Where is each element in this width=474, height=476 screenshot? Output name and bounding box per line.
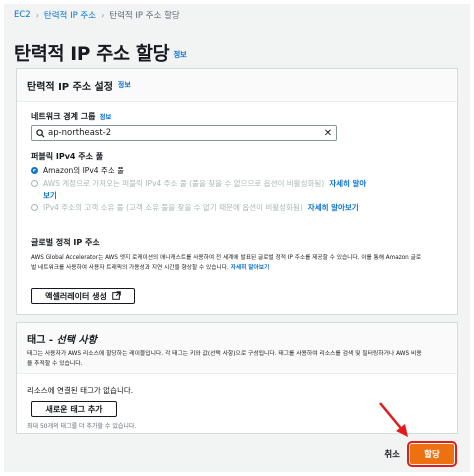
add-tag-button[interactable]: 새로운 태그 추가 (31, 401, 117, 417)
tags-header: 태그 - 선택 사항 태그는 사용자가 AWS 리소스에 할당하는 레이블입니다… (17, 323, 457, 373)
global-desc-line-1: AWS Global Accelerator는 AWS 엣지 로케이션의 애니캐… (31, 255, 422, 261)
tags-desc: 태그는 사용자가 AWS 리소스에 할당하는 레이블입니다. 각 태그는 키와 … (27, 349, 447, 369)
pool-option-amazon-label: Amazon의 IPv4 주소 풀 (43, 166, 125, 175)
radio-disabled (31, 204, 38, 211)
chevron-right-icon: › (35, 10, 39, 20)
allocate-button[interactable]: 할당 (407, 441, 457, 467)
global-static-ip-label: 글로벌 정적 IP 주소 (31, 238, 100, 247)
network-select-value: ap-northeast-2 (48, 128, 112, 138)
page-title-text: 탄력적 IP 주소 할당 (14, 44, 170, 65)
breadcrumb-ec2[interactable]: EC2 (14, 10, 31, 20)
page-info-link[interactable]: 정보 (173, 50, 187, 59)
search-icon (32, 128, 48, 138)
red-arrow-icon (379, 402, 408, 437)
page-canvas: EC2 › 탄력적 IP 주소 › 탄력적 IP 주소 할당 탄력적 IP 주소… (4, 4, 470, 472)
pool-option-customer-label: IPv4 주소의 고객 소유 풀 (고객 소유 풀을 찾을 수 없기 때문에 옵… (43, 203, 303, 212)
network-label-text: 네트워크 경계 그룹 (31, 112, 96, 121)
global-accelerator-desc: AWS Global Accelerator는 AWS 엣지 로케이션의 애니캐… (31, 253, 421, 273)
global-desc-line-2: 벌 네트워크를 사용하여 사용자 트래픽의 가용성과 지연 시간을 향상할 수 … (31, 263, 421, 273)
create-accelerator-label: 액셀러레이터 생성 (45, 291, 107, 301)
footer-actions: 취소 할당 (384, 441, 457, 467)
breadcrumb: EC2 › 탄력적 IP 주소 › 탄력적 IP 주소 할당 (14, 9, 180, 21)
tags-title-text: 태그 - (27, 335, 57, 346)
tags-desc-line-2: 을 추적할 수 있습니다. (27, 361, 83, 367)
chevron-right-icon: › (101, 10, 105, 20)
tags-title-optional: 선택 사항 (56, 335, 97, 346)
tags-empty-text: 리소스에 연결된 태그가 없습니다. (27, 386, 134, 395)
settings-header: 탄력적 IP 주소 설정 정보 (17, 69, 457, 102)
tags-desc-line-1: 태그는 사용자가 AWS 리소스에 할당하는 레이블입니다. 각 태그는 키와 … (27, 351, 422, 357)
tags-title: 태그 - 선택 사항 (27, 331, 447, 346)
external-link-icon (112, 290, 121, 302)
radio-selected[interactable] (31, 167, 38, 174)
network-border-group-label: 네트워크 경계 그룹 정보 (31, 111, 111, 122)
global-learn-more-link[interactable]: 자세히 알아보기 (231, 265, 270, 271)
cancel-button[interactable]: 취소 (384, 448, 400, 460)
pool-option-byoip-link[interactable]: 자세히 알아 (329, 178, 366, 189)
network-info-link[interactable]: 정보 (99, 113, 111, 121)
settings-info-link[interactable]: 정보 (118, 80, 131, 90)
tags-divider (17, 373, 457, 374)
pool-option-customer-link[interactable]: 자세히 알아보기 (308, 202, 359, 213)
global-desc-text-2: 벌 네트워크를 사용하여 사용자 트래픽의 가용성과 지연 시간을 향상할 수 … (31, 265, 229, 271)
ipv4-pool-label: 퍼블릭 IPv4 주소 풀 (31, 152, 104, 161)
breadcrumb-elastic-ip[interactable]: 탄력적 IP 주소 (44, 9, 96, 21)
pool-option-byoip-link-cont[interactable]: 보기 (43, 190, 57, 201)
settings-title: 탄력적 IP 주소 설정 (27, 81, 113, 93)
create-accelerator-button[interactable]: 액셀러레이터 생성 (31, 288, 135, 304)
close-icon[interactable]: ✕ (320, 128, 336, 139)
radio-disabled (31, 180, 38, 187)
settings-panel: 탄력적 IP 주소 설정 정보 네트워크 경계 그룹 정보 ap-northeas… (16, 68, 458, 315)
network-border-group-select[interactable]: ap-northeast-2 ✕ (31, 125, 337, 141)
page-title: 탄력적 IP 주소 할당 정보 (14, 40, 187, 66)
pool-option-amazon[interactable]: Amazon의 IPv4 주소 풀 (31, 165, 124, 176)
pool-option-byoip: AWS 계정으로 가져오는 퍼블릭 IPv4 주소 풀 (풀을 찾을 수 없으므… (31, 178, 366, 189)
pool-option-customer-owned: IPv4 주소의 고객 소유 풀 (고객 소유 풀을 찾을 수 없기 때문에 옵… (31, 202, 359, 213)
tags-limit-text: 최대 50개의 태그를 더 추가할 수 있습니다. (27, 423, 137, 430)
breadcrumb-current: 탄력적 IP 주소 할당 (109, 11, 180, 21)
pool-option-byoip-label: AWS 계정으로 가져오는 퍼블릭 IPv4 주소 풀 (풀을 찾을 수 없으므… (43, 179, 325, 188)
